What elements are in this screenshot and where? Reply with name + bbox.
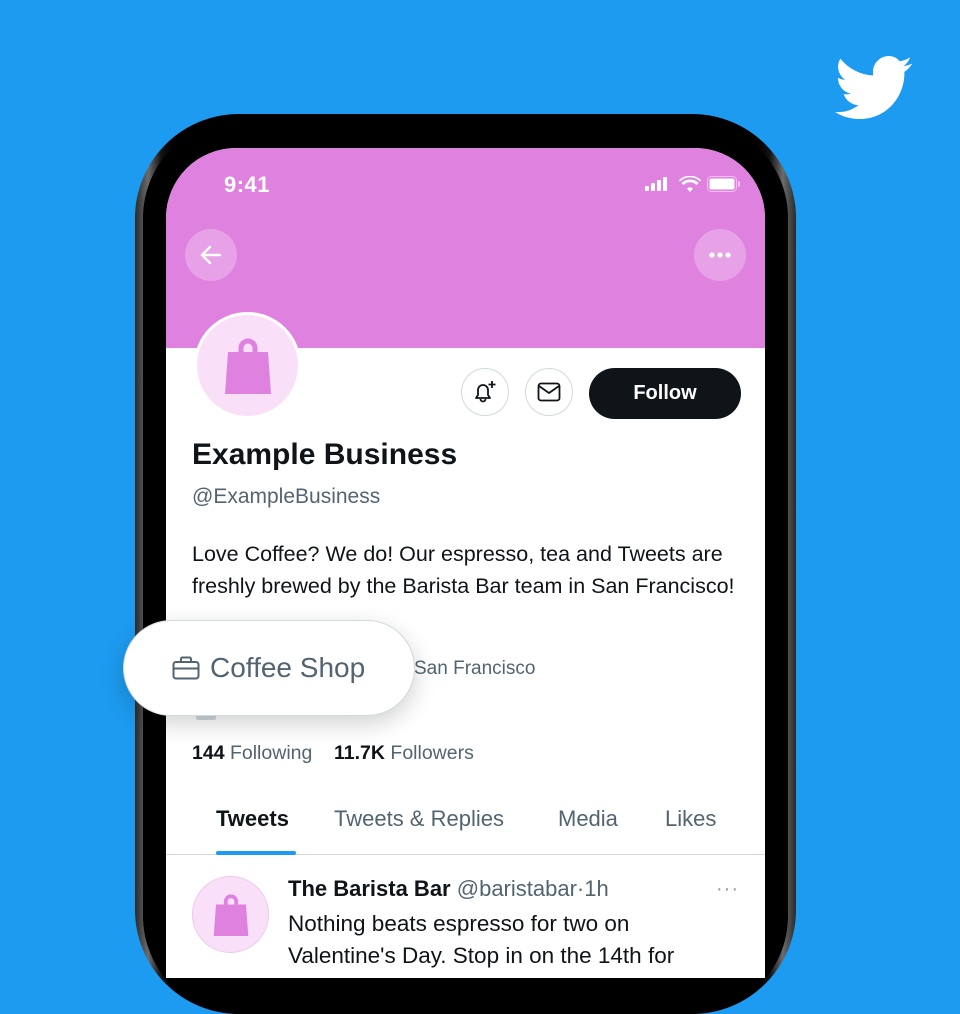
professional-category-badge: Coffee Shop: [123, 620, 415, 716]
phone-screen: 9:41 Follow Example Business @ExampleBus…: [166, 148, 765, 978]
profile-handle: @ExampleBusiness: [192, 485, 381, 508]
tab-tweets[interactable]: Tweets: [216, 806, 289, 832]
profile-bio: Love Coffee? We do! Our espresso, tea an…: [192, 542, 735, 598]
notifications-button[interactable]: [461, 368, 509, 416]
tab-likes[interactable]: Likes: [665, 806, 716, 832]
tweet-text: Nothing beats espresso for two on Valent…: [288, 911, 675, 968]
following-link[interactable]: 144 Following: [192, 742, 312, 764]
follow-button[interactable]: Follow: [589, 368, 741, 419]
mail-icon: [537, 382, 561, 402]
twitter-bird-icon: [834, 56, 913, 120]
tweet-handle[interactable]: @baristabar: [457, 876, 577, 901]
wifi-icon: [679, 176, 701, 192]
tab-tweets-replies[interactable]: Tweets & Replies: [334, 806, 504, 832]
back-button[interactable]: [185, 229, 237, 281]
follow-stats: 144 Following 11.7K Followers: [192, 742, 474, 765]
profile-location: San Francisco: [414, 658, 536, 679]
status-time: 9:41: [224, 172, 271, 197]
tweet-more-button[interactable]: ···: [716, 878, 739, 901]
more-horizontal-icon: [709, 252, 731, 258]
shopping-bag-icon: [224, 338, 271, 394]
tweet-author[interactable]: The Barista Bar: [288, 876, 451, 901]
profile-tabs: Tweets Tweets & Replies Media Likes: [166, 788, 765, 855]
tab-media[interactable]: Media: [558, 806, 618, 832]
signal-icon: [645, 177, 667, 191]
active-tab-indicator: [216, 851, 296, 855]
message-button[interactable]: [525, 368, 573, 416]
arrow-left-icon: [200, 245, 222, 265]
profile-avatar[interactable]: [194, 312, 301, 419]
followers-link[interactable]: 11.7K Followers: [334, 742, 474, 764]
profile-name: Example Business: [192, 438, 458, 471]
shopping-bag-icon: [213, 893, 248, 936]
bell-plus-icon: [475, 381, 496, 403]
status-icons: [645, 176, 741, 192]
tweet-header: The Barista Bar @baristabar·1h: [288, 876, 609, 901]
tweet-time: 1h: [584, 876, 609, 901]
more-options-button[interactable]: [694, 229, 746, 281]
category-label: Coffee Shop: [210, 652, 366, 683]
briefcase-icon: [172, 656, 200, 680]
battery-icon: [707, 176, 740, 192]
tweet-avatar[interactable]: [192, 876, 269, 953]
